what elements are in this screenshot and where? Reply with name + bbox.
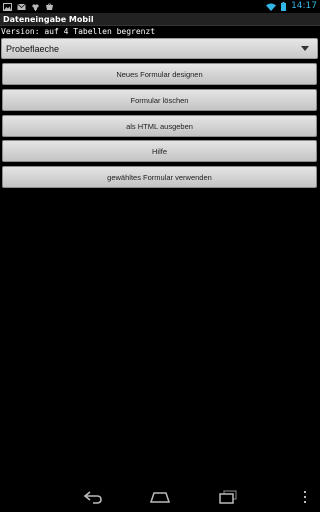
battery-icon (281, 2, 287, 11)
version-label: Version: auf 4 Tabellen begrenzt (1, 27, 156, 36)
use-form-button[interactable]: gewähltes Formular verwenden (2, 166, 317, 188)
shop-icon (46, 2, 53, 10)
navigation-bar (0, 484, 320, 512)
mail-icon (17, 3, 26, 10)
image-icon (3, 2, 12, 11)
status-time: 14:17 (291, 1, 317, 11)
wifi-icon (266, 3, 277, 11)
help-button[interactable]: Hilfe (2, 140, 317, 162)
spinner-selected-value: Probeflaeche (6, 43, 60, 54)
dropdown-arrow-icon (301, 46, 309, 51)
recent-apps-icon[interactable] (218, 490, 238, 504)
status-system: 14:17 (266, 0, 317, 13)
home-icon[interactable] (149, 490, 171, 504)
status-notifications (3, 0, 54, 13)
new-form-button[interactable]: Neues Formular designen (2, 63, 317, 85)
app-title: Dateneingabe Mobil (0, 13, 320, 26)
status-bar: 14:17 (0, 0, 320, 13)
flower-icon (32, 3, 39, 11)
delete-form-button[interactable]: Formular löschen (2, 89, 317, 111)
export-html-button[interactable]: als HTML ausgeben (2, 115, 317, 137)
back-icon[interactable] (83, 490, 103, 504)
menu-icon[interactable] (302, 490, 308, 504)
form-select-spinner[interactable]: Probeflaeche (1, 38, 318, 59)
